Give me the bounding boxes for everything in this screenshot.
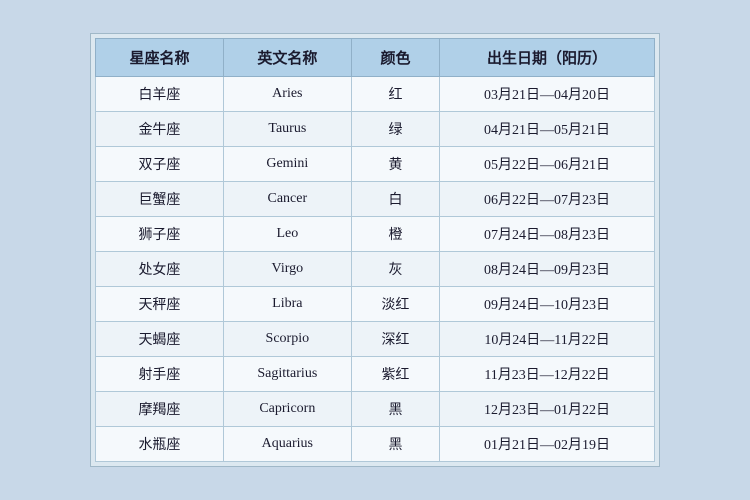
header-row: 星座名称 英文名称 颜色 出生日期（阳历） bbox=[96, 39, 655, 77]
zodiac-table-wrapper: 星座名称 英文名称 颜色 出生日期（阳历） 白羊座Aries红03月21日—04… bbox=[90, 33, 660, 467]
cell-chinese: 天蝎座 bbox=[96, 322, 224, 357]
table-row: 天秤座Libra淡红09月24日—10月23日 bbox=[96, 287, 655, 322]
table-row: 摩羯座Capricorn黑12月23日—01月22日 bbox=[96, 392, 655, 427]
table-row: 双子座Gemini黄05月22日—06月21日 bbox=[96, 147, 655, 182]
cell-chinese: 天秤座 bbox=[96, 287, 224, 322]
cell-chinese: 水瓶座 bbox=[96, 427, 224, 462]
cell-chinese: 处女座 bbox=[96, 252, 224, 287]
cell-dates: 11月23日—12月22日 bbox=[440, 357, 655, 392]
table-header: 星座名称 英文名称 颜色 出生日期（阳历） bbox=[96, 39, 655, 77]
cell-english: Capricorn bbox=[223, 392, 351, 427]
cell-dates: 01月21日—02月19日 bbox=[440, 427, 655, 462]
cell-color: 绿 bbox=[351, 112, 439, 147]
cell-color: 黄 bbox=[351, 147, 439, 182]
table-body: 白羊座Aries红03月21日—04月20日金牛座Taurus绿04月21日—0… bbox=[96, 77, 655, 462]
cell-dates: 03月21日—04月20日 bbox=[440, 77, 655, 112]
cell-english: Aries bbox=[223, 77, 351, 112]
cell-color: 深红 bbox=[351, 322, 439, 357]
cell-chinese: 白羊座 bbox=[96, 77, 224, 112]
header-dates: 出生日期（阳历） bbox=[440, 39, 655, 77]
cell-english: Sagittarius bbox=[223, 357, 351, 392]
cell-dates: 06月22日—07月23日 bbox=[440, 182, 655, 217]
cell-english: Aquarius bbox=[223, 427, 351, 462]
cell-color: 淡红 bbox=[351, 287, 439, 322]
cell-dates: 10月24日—11月22日 bbox=[440, 322, 655, 357]
cell-dates: 07月24日—08月23日 bbox=[440, 217, 655, 252]
table-row: 白羊座Aries红03月21日—04月20日 bbox=[96, 77, 655, 112]
cell-english: Virgo bbox=[223, 252, 351, 287]
cell-dates: 09月24日—10月23日 bbox=[440, 287, 655, 322]
cell-chinese: 狮子座 bbox=[96, 217, 224, 252]
header-color: 颜色 bbox=[351, 39, 439, 77]
cell-color: 橙 bbox=[351, 217, 439, 252]
cell-color: 灰 bbox=[351, 252, 439, 287]
cell-chinese: 巨蟹座 bbox=[96, 182, 224, 217]
cell-dates: 12月23日—01月22日 bbox=[440, 392, 655, 427]
cell-english: Libra bbox=[223, 287, 351, 322]
table-row: 处女座Virgo灰08月24日—09月23日 bbox=[96, 252, 655, 287]
table-row: 狮子座Leo橙07月24日—08月23日 bbox=[96, 217, 655, 252]
cell-english: Cancer bbox=[223, 182, 351, 217]
table-row: 金牛座Taurus绿04月21日—05月21日 bbox=[96, 112, 655, 147]
cell-color: 红 bbox=[351, 77, 439, 112]
table-row: 巨蟹座Cancer白06月22日—07月23日 bbox=[96, 182, 655, 217]
header-chinese-name: 星座名称 bbox=[96, 39, 224, 77]
cell-chinese: 摩羯座 bbox=[96, 392, 224, 427]
cell-color: 黑 bbox=[351, 427, 439, 462]
cell-chinese: 射手座 bbox=[96, 357, 224, 392]
cell-color: 白 bbox=[351, 182, 439, 217]
cell-english: Scorpio bbox=[223, 322, 351, 357]
table-row: 射手座Sagittarius紫红11月23日—12月22日 bbox=[96, 357, 655, 392]
cell-dates: 04月21日—05月21日 bbox=[440, 112, 655, 147]
header-english-name: 英文名称 bbox=[223, 39, 351, 77]
zodiac-table: 星座名称 英文名称 颜色 出生日期（阳历） 白羊座Aries红03月21日—04… bbox=[95, 38, 655, 462]
cell-english: Leo bbox=[223, 217, 351, 252]
cell-english: Gemini bbox=[223, 147, 351, 182]
table-row: 天蝎座Scorpio深红10月24日—11月22日 bbox=[96, 322, 655, 357]
cell-chinese: 金牛座 bbox=[96, 112, 224, 147]
cell-color: 紫红 bbox=[351, 357, 439, 392]
cell-dates: 08月24日—09月23日 bbox=[440, 252, 655, 287]
cell-color: 黑 bbox=[351, 392, 439, 427]
table-row: 水瓶座Aquarius黑01月21日—02月19日 bbox=[96, 427, 655, 462]
cell-dates: 05月22日—06月21日 bbox=[440, 147, 655, 182]
cell-chinese: 双子座 bbox=[96, 147, 224, 182]
cell-english: Taurus bbox=[223, 112, 351, 147]
